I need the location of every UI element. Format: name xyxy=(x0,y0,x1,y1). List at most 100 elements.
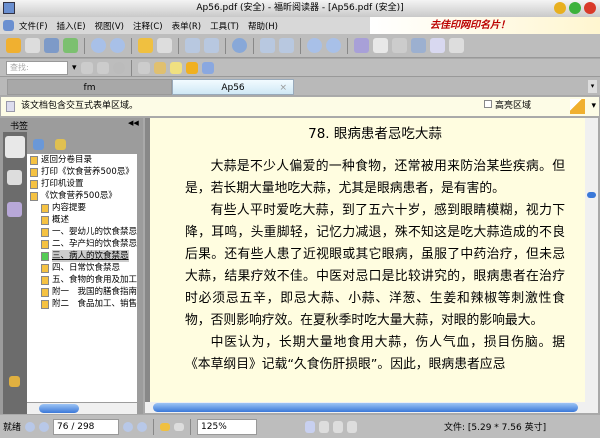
arrow-icon[interactable] xyxy=(201,61,214,74)
close-button[interactable] xyxy=(584,2,596,14)
menu-form[interactable]: 表单(R) xyxy=(172,20,202,32)
zoom-select[interactable]: 125% xyxy=(197,418,258,435)
document-view: 78. 眼病患者忌吃大蒜 大蒜是不少人偏爱的一种食物，还常被用来防治某些疾病。但… xyxy=(145,118,585,402)
print-icon[interactable] xyxy=(44,38,59,53)
title-bar: Ap56.pdf (安全) - 福昕阅读器 - [Ap56.pdf (安全)] xyxy=(0,0,600,17)
rotate-page-icon[interactable] xyxy=(204,38,219,53)
tab-fm[interactable]: fm xyxy=(7,79,172,95)
save-icon[interactable] xyxy=(25,38,40,53)
fit-width-icon[interactable] xyxy=(279,38,294,53)
bookmark-icon xyxy=(30,167,38,177)
pencil-icon[interactable] xyxy=(137,61,150,74)
zoom-in-tool-icon[interactable] xyxy=(232,38,247,53)
bookmark-item[interactable]: 打印机设置 xyxy=(27,178,137,190)
menu-help[interactable]: 帮助(H) xyxy=(248,20,278,32)
continuous-icon[interactable] xyxy=(319,420,330,433)
select-text-icon[interactable] xyxy=(373,38,388,53)
select-annotation-icon[interactable] xyxy=(392,38,407,53)
bookmarks-panel-icon[interactable] xyxy=(5,136,25,158)
app-icon xyxy=(3,2,15,14)
menu-insert[interactable]: 插入(E) xyxy=(57,20,86,32)
tab-list-button[interactable]: ▾ xyxy=(588,80,597,93)
menu-file[interactable]: 文件(F) xyxy=(19,20,48,32)
bookmark-item[interactable]: 返回分卷目录 xyxy=(27,154,137,166)
search-options-icon[interactable]: ▾ xyxy=(72,63,77,73)
minimize-button[interactable] xyxy=(554,2,566,14)
book-icon[interactable] xyxy=(411,38,426,53)
sidebar-hscrollbar[interactable] xyxy=(27,403,137,414)
maximize-button[interactable] xyxy=(569,2,581,14)
extract-page-icon[interactable] xyxy=(185,38,200,53)
pages-panel-icon[interactable] xyxy=(7,170,22,185)
highlight-color-icon[interactable] xyxy=(570,99,585,114)
next-page-icon[interactable] xyxy=(123,421,134,432)
menu-view[interactable]: 视图(V) xyxy=(95,20,124,32)
bookmark-icon xyxy=(41,239,49,249)
bookmark-item[interactable]: 一、婴幼儿的饮食禁忌 xyxy=(27,226,137,238)
collapse-sidebar-icon[interactable]: ◀◀ xyxy=(128,119,139,127)
bookmark-item[interactable]: 《饮食营养500忌》 xyxy=(27,190,137,202)
ad-banner[interactable]: 去佳印网印名片！ xyxy=(370,17,600,34)
zoom-out-icon[interactable] xyxy=(307,38,322,53)
bookmark-icon xyxy=(41,287,49,297)
layers-panel-icon[interactable] xyxy=(7,202,22,217)
page-down-icon[interactable] xyxy=(110,38,125,53)
bookmark-item[interactable]: 四、日常饮食禁忌 xyxy=(27,262,137,274)
close-tab-icon[interactable]: × xyxy=(279,80,287,96)
last-page-icon[interactable] xyxy=(137,421,148,432)
continuous-facing-icon[interactable] xyxy=(347,420,358,433)
vertical-scrollbar[interactable] xyxy=(585,118,598,402)
text-box-icon[interactable] xyxy=(169,61,182,74)
bookmark-tree: 返回分卷目录 打印《饮食营养500忌》 打印机设置 《饮食营养500忌》 内容提要 概述一… xyxy=(27,154,137,402)
status-forward-icon[interactable] xyxy=(174,422,185,431)
facing-icon[interactable] xyxy=(333,420,344,433)
hand-tool-icon[interactable] xyxy=(354,38,369,53)
search-input[interactable]: 查找: xyxy=(6,60,68,75)
paragraph: 中医认为，长期大量地食用大蒜，伤人气血，损目伤脑。据《本草纲目》记载“久食伤肝损… xyxy=(185,335,565,372)
highlight-dropdown-icon[interactable]: ▾ xyxy=(591,97,596,116)
document-hscrollbar[interactable] xyxy=(145,402,598,413)
find-next-icon[interactable] xyxy=(96,61,109,74)
bookmark-icon xyxy=(41,299,49,309)
zoom-in-icon[interactable] xyxy=(326,38,341,53)
tab-ap56[interactable]: Ap56 × xyxy=(172,79,294,95)
email-icon[interactable] xyxy=(63,38,78,53)
back-icon[interactable] xyxy=(138,38,153,53)
menu-tools[interactable]: 工具(T) xyxy=(210,20,239,32)
highlight-fields-checkbox[interactable]: 高亮区域 xyxy=(484,97,531,116)
paragraph: 大蒜是不少人偏爱的一种食物，还常被用来防治某些疾病。但是，若长期大量地吃大蒜，尤… xyxy=(185,159,565,196)
find-icon[interactable] xyxy=(112,61,125,74)
bookmark-item[interactable]: 五、食物的食用及加工 xyxy=(27,274,137,286)
snapshot-icon[interactable] xyxy=(449,38,464,53)
fit-page-icon[interactable] xyxy=(260,38,275,53)
comment-icon[interactable] xyxy=(185,61,198,74)
find-previous-icon[interactable] xyxy=(80,61,93,74)
first-page-icon[interactable] xyxy=(25,421,36,432)
bookmark-icon xyxy=(30,191,38,201)
sidebar: 书签 ◀◀ 返回分卷目录 打印《饮食营养500忌》 打印机设置 《饮食营养500忌》内… xyxy=(0,118,143,414)
status-back-icon[interactable] xyxy=(160,422,171,431)
bookmark-item[interactable]: 三、病人的饮食禁忌 xyxy=(27,250,137,262)
app-menu-icon[interactable] xyxy=(3,20,14,31)
typewriter-icon[interactable] xyxy=(430,38,445,53)
note-edit-icon[interactable] xyxy=(153,61,166,74)
delete-bookmark-icon[interactable] xyxy=(33,139,44,150)
attachments-icon[interactable] xyxy=(9,376,20,387)
bookmark-item[interactable]: 内容提要 xyxy=(27,202,137,214)
bookmark-item[interactable]: 概述 xyxy=(27,214,137,226)
add-bookmark-icon[interactable] xyxy=(55,139,66,150)
previous-page-icon[interactable] xyxy=(39,421,50,432)
open-icon[interactable] xyxy=(6,38,21,53)
bookmark-icon xyxy=(30,179,38,189)
bookmark-item[interactable]: 附二 食品加工、销售 xyxy=(27,298,137,310)
bookmark-item[interactable]: 二、孕产妇的饮食禁忌 xyxy=(27,238,137,250)
tab-bar: fm Ap56 × ▾ xyxy=(0,77,600,95)
status-bar: 就绪 76 / 298 125% 文件: [5.29 * 7.56 英寸] xyxy=(0,415,600,438)
forward-icon[interactable] xyxy=(157,38,172,53)
page-up-icon[interactable] xyxy=(91,38,106,53)
single-page-icon[interactable] xyxy=(305,420,316,433)
bookmark-item[interactable]: 附一 我国的膳食指南 xyxy=(27,286,137,298)
menu-comment[interactable]: 注释(C) xyxy=(133,20,163,32)
page-number-input[interactable]: 76 / 298 xyxy=(53,418,120,435)
bookmark-item[interactable]: 打印《饮食营养500忌》 xyxy=(27,166,137,178)
